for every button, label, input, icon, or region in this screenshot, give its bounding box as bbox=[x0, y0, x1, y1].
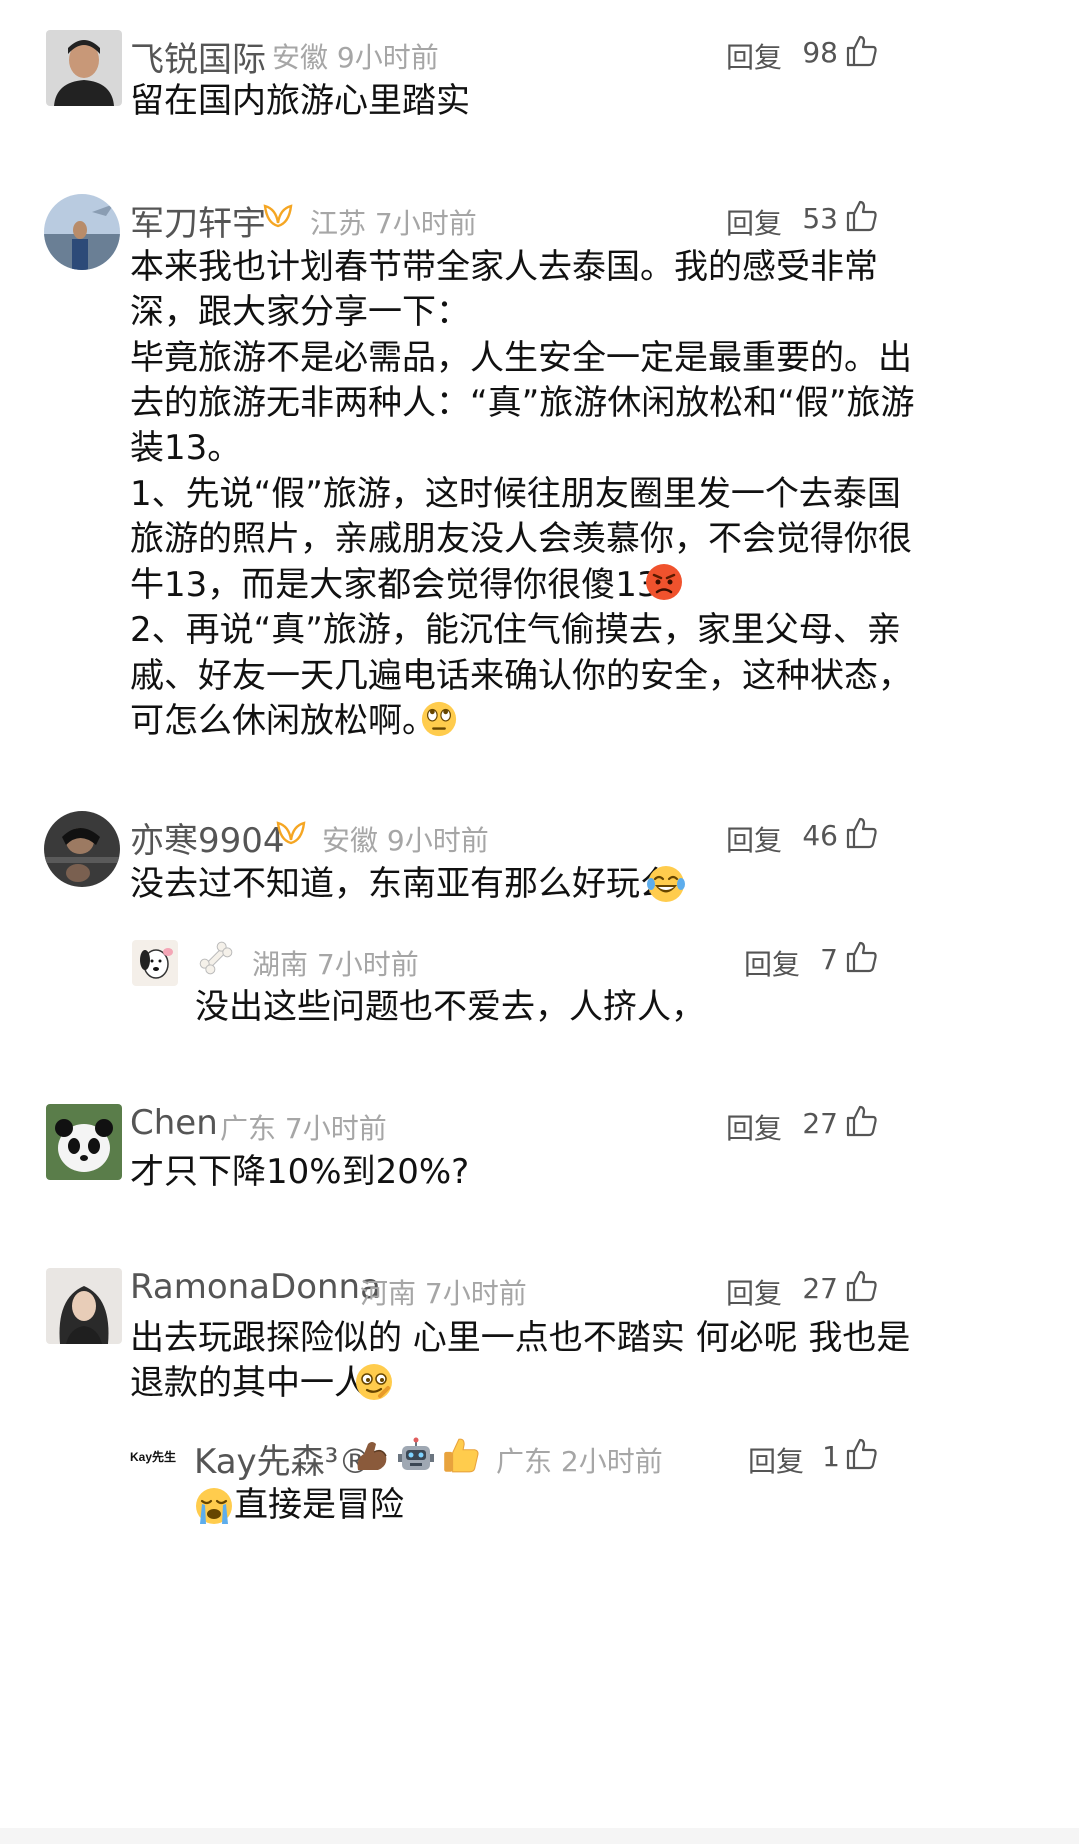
like-count: 27 bbox=[802, 1107, 838, 1140]
like-count: 98 bbox=[802, 36, 838, 69]
comment-meta: 安徽 9小时前 bbox=[272, 41, 439, 74]
sly-face-emoji-icon bbox=[356, 1364, 392, 1400]
reply-button[interactable]: 回复 bbox=[726, 202, 782, 242]
thumbs-up-icon[interactable] bbox=[845, 1104, 879, 1138]
avatar[interactable] bbox=[46, 1104, 122, 1180]
reply-button[interactable]: 回复 bbox=[726, 36, 782, 76]
username[interactable]: RamonaDonna bbox=[130, 1267, 381, 1307]
eye-roll-emoji-icon bbox=[421, 701, 457, 737]
comment-text: 直接是冒险 bbox=[234, 1485, 404, 1525]
comment-meta: 安徽 9小时前 bbox=[322, 824, 489, 857]
comment-text: 没去过不知道，东南亚有那么好玩么 bbox=[130, 864, 674, 904]
thumbs-up-icon[interactable] bbox=[845, 940, 879, 974]
loudly-crying-emoji-icon bbox=[196, 1488, 232, 1524]
flexed-biceps-emoji-icon bbox=[357, 1442, 387, 1470]
username[interactable]: 飞锐国际 bbox=[130, 32, 266, 81]
angry-face-emoji-icon bbox=[646, 564, 682, 600]
avatar[interactable] bbox=[44, 194, 120, 270]
thumbs-up-icon[interactable] bbox=[845, 34, 879, 68]
thumbs-up-icon[interactable] bbox=[845, 199, 879, 233]
like-count: 1 bbox=[822, 1440, 840, 1473]
like-count: 27 bbox=[802, 1272, 838, 1305]
robot-face-emoji-icon bbox=[398, 1437, 434, 1470]
reply-button[interactable]: 回复 bbox=[726, 1107, 782, 1147]
avatar[interactable] bbox=[46, 30, 122, 106]
comment-meta: 广东 7小时前 bbox=[220, 1112, 387, 1145]
comment-meta: 湖南 7小时前 bbox=[252, 948, 419, 981]
reply-button[interactable]: 回复 bbox=[726, 819, 782, 859]
like-count: 46 bbox=[802, 819, 838, 852]
comment-text: 留在国内旅游心里踏实 bbox=[130, 81, 470, 121]
bottom-divider bbox=[0, 1828, 1079, 1844]
comment-meta: 广东 2小时前 bbox=[496, 1445, 663, 1478]
username[interactable]: Kay先森³® bbox=[194, 1434, 372, 1483]
thumbs-up-icon[interactable] bbox=[845, 1437, 879, 1471]
thumbs-up-icon[interactable] bbox=[845, 816, 879, 850]
like-count: 53 bbox=[802, 202, 838, 235]
thumbs-up-icon[interactable] bbox=[845, 1269, 879, 1303]
laughing-tears-emoji-icon bbox=[647, 866, 685, 902]
avatar[interactable] bbox=[132, 940, 178, 986]
avatar[interactable] bbox=[46, 1268, 122, 1344]
username[interactable]: 军刀轩宇 bbox=[130, 196, 266, 245]
vip-badge-icon bbox=[263, 204, 293, 228]
reply-button[interactable]: 回复 bbox=[726, 1272, 782, 1312]
bone-icon bbox=[199, 941, 233, 975]
like-count: 7 bbox=[820, 943, 838, 976]
comment-text: 没出这些问题也不爱去，人挤人， bbox=[195, 987, 705, 1027]
comment-meta: 江苏 7小时前 bbox=[310, 207, 477, 240]
username[interactable]: Chen bbox=[130, 1103, 218, 1143]
avatar[interactable] bbox=[44, 811, 120, 887]
comment-meta: 河南 7小时前 bbox=[360, 1277, 527, 1310]
username[interactable]: 亦寒9904 bbox=[130, 813, 285, 862]
comment-text: 才只下降10%到20%? bbox=[130, 1152, 470, 1192]
vip-badge-icon bbox=[276, 821, 306, 845]
thumbs-up-emoji-icon bbox=[444, 1438, 479, 1473]
avatar[interactable]: Kay先生 bbox=[130, 1445, 180, 1469]
